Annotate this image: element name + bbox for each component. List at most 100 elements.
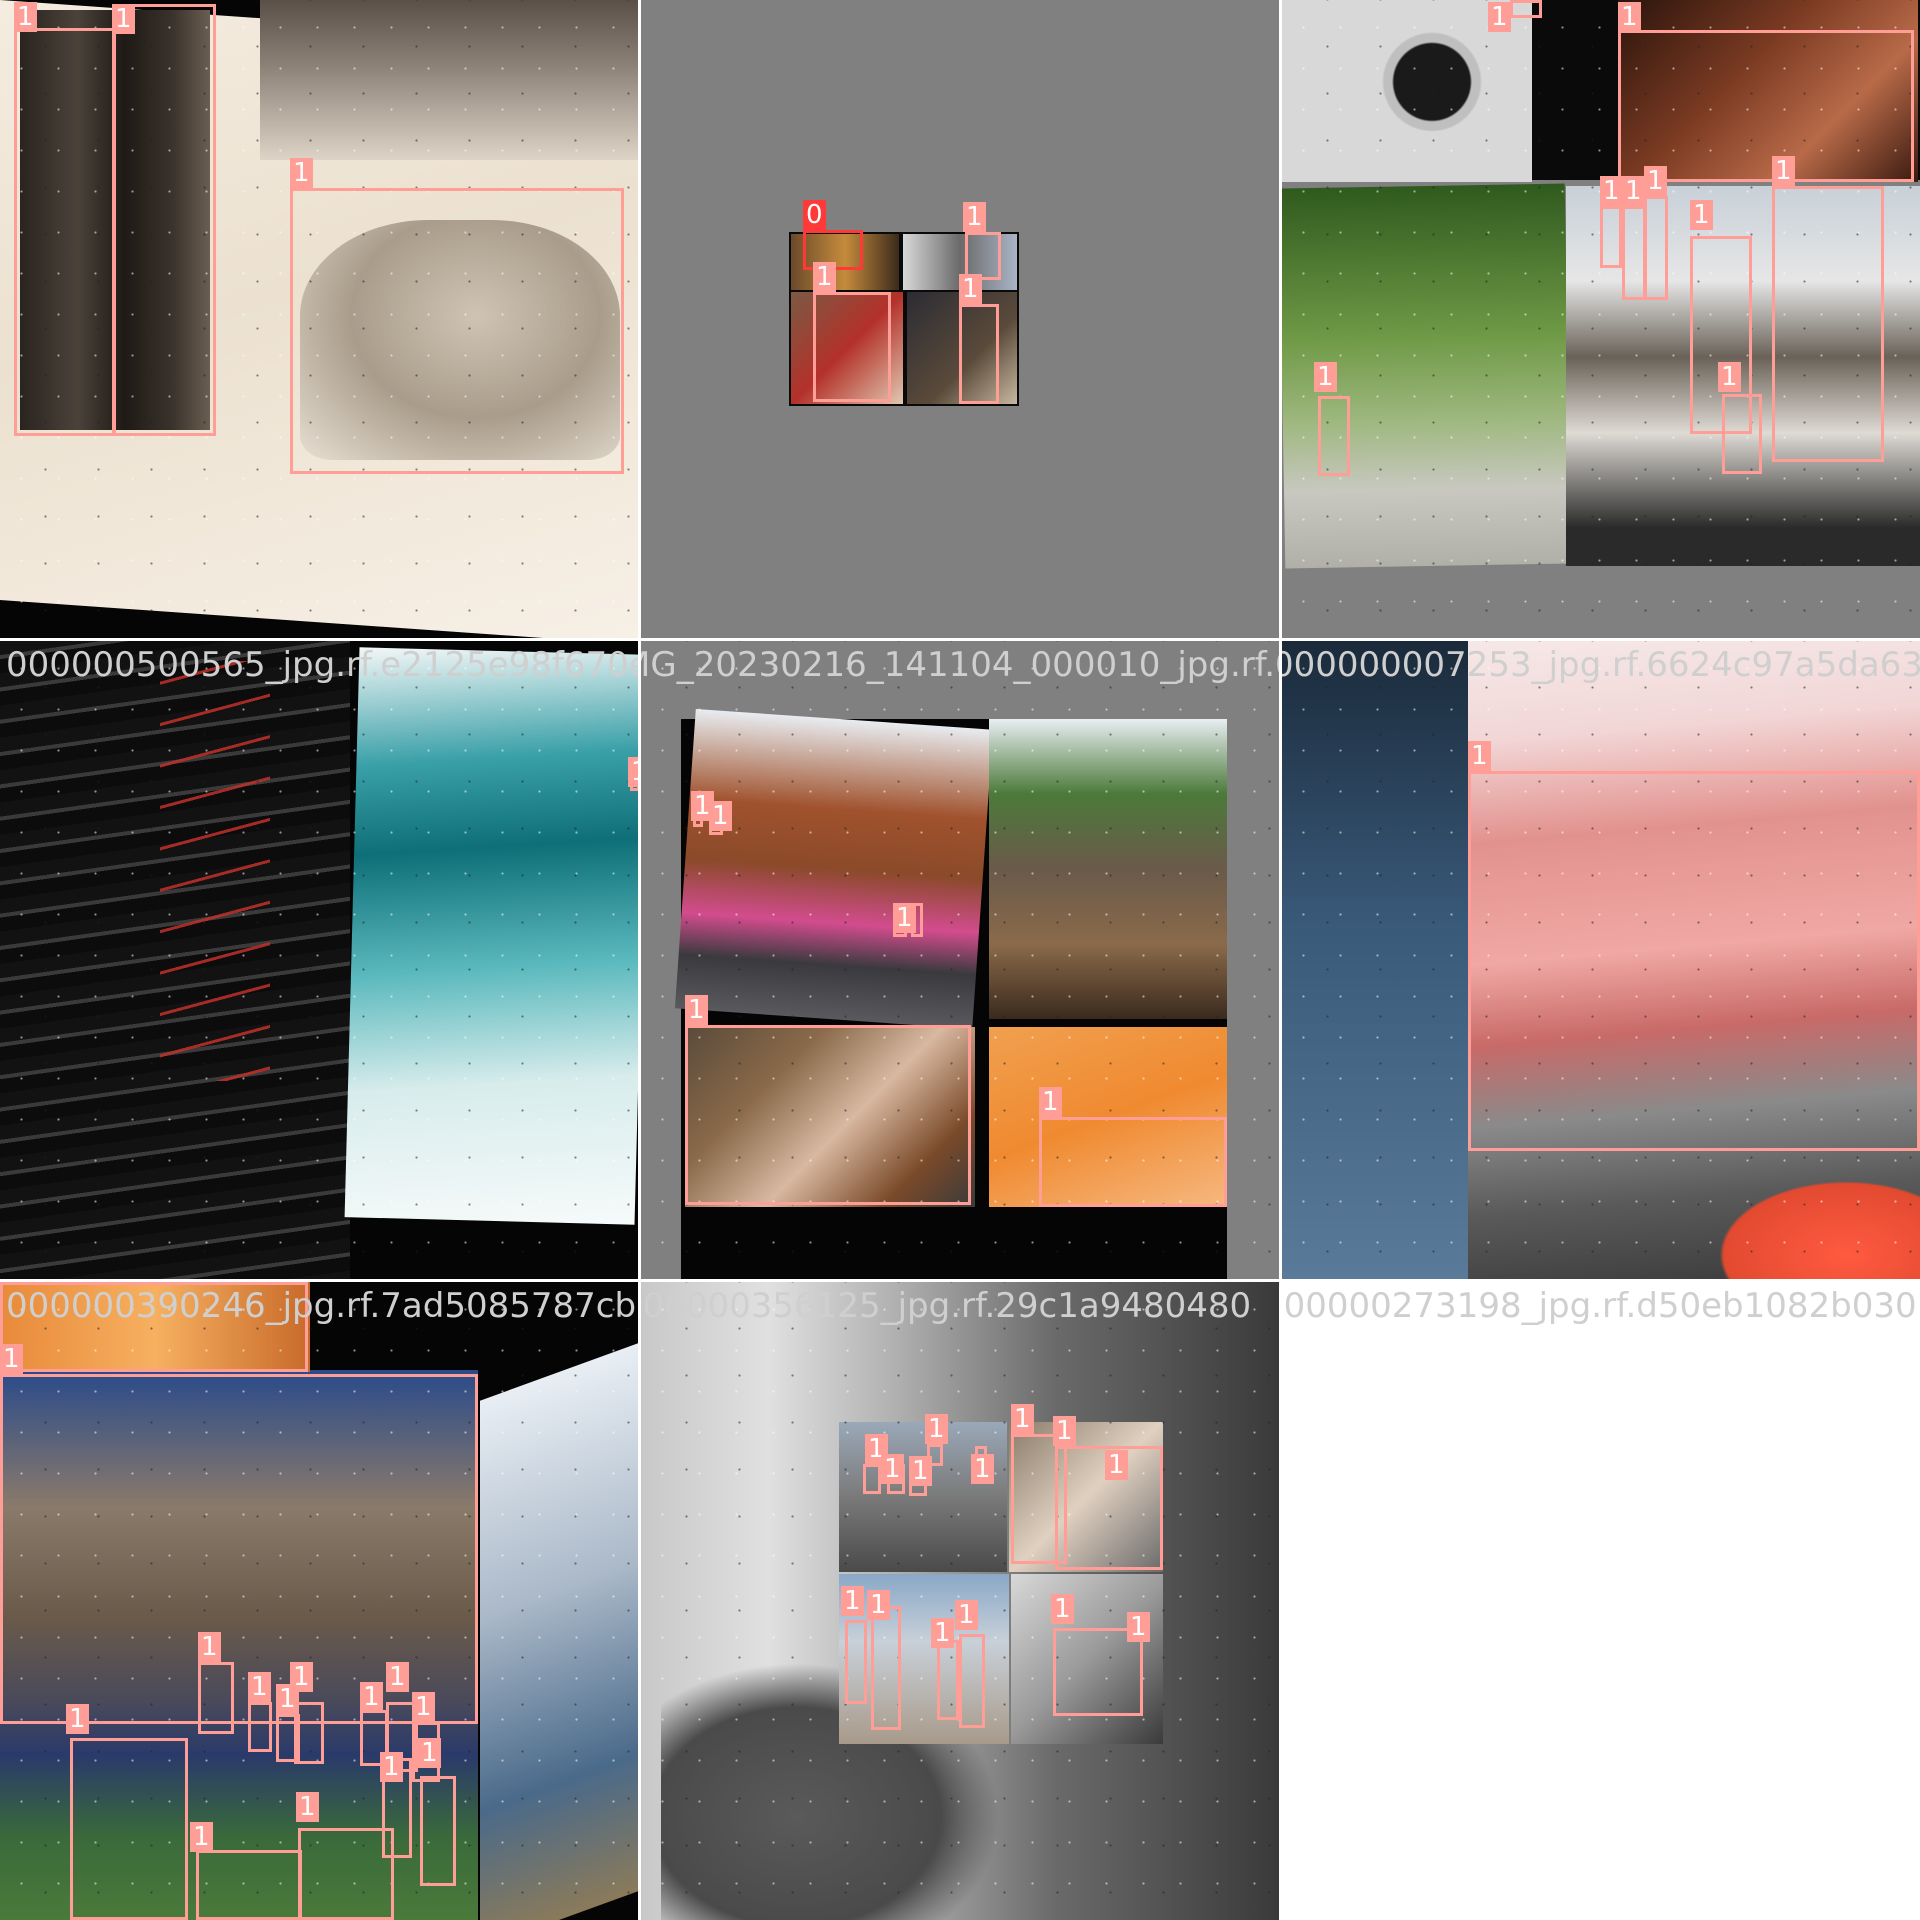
bbox-person — [1468, 771, 1920, 1151]
bbox-person — [937, 1640, 959, 1720]
bbox-person — [290, 188, 624, 474]
bbox-label: 1 — [190, 1822, 213, 1852]
bbox-label: 1 — [963, 202, 986, 232]
bbox-label: 1 — [14, 2, 37, 32]
bbox-label: 1 — [412, 1692, 435, 1722]
bbox-label: 1 — [360, 1682, 383, 1712]
bbox-label: 1 — [931, 1618, 954, 1648]
bbox-label: 1 — [1618, 2, 1641, 32]
bbox-label: 1 — [1718, 362, 1741, 392]
bbox-person — [112, 4, 216, 436]
bbox-person — [959, 1634, 985, 1728]
mosaic-tile-9: 000000273198_jpg.rf.d50eb1082b030 — [1282, 1282, 1920, 1920]
bbox-person — [1644, 196, 1668, 300]
tile-background — [1282, 1282, 1920, 1920]
photo-elephants — [989, 719, 1227, 1019]
bbox-label: 1 — [112, 4, 135, 34]
photo-cloudy-sky — [480, 1343, 638, 1920]
bbox-person — [871, 1606, 901, 1730]
bbox-person — [845, 1620, 867, 1704]
bbox-label: 1 — [1314, 362, 1337, 392]
bbox-label: 1 — [628, 757, 638, 787]
bbox-label: 0 — [803, 200, 826, 230]
bbox-label: 1 — [881, 1454, 904, 1484]
bbox-label: 1 — [709, 801, 732, 831]
image-filename: 000000356125_jpg.rf.29c1a9480480 — [641, 1286, 1252, 1326]
bbox-label: 1 — [1690, 200, 1713, 230]
bbox-person — [1318, 396, 1350, 476]
bbox-label: 1 — [248, 1672, 271, 1702]
bbox-person — [927, 1444, 943, 1466]
bbox-person — [1772, 186, 1884, 462]
bbox-person — [196, 1850, 302, 1920]
bbox-label: 1 — [955, 1600, 978, 1630]
bbox-person — [685, 1025, 971, 1205]
bbox-person — [248, 1702, 272, 1752]
bbox-person — [70, 1738, 188, 1920]
bbox-person — [14, 28, 116, 436]
bbox-label: 1 — [925, 1414, 948, 1444]
mosaic-tile-8: 1 1 1 1 1 1 1 1 1 1 1 1 1 1 000000356125… — [641, 1282, 1279, 1920]
bbox-label: 1 — [867, 1590, 890, 1620]
photo-street-buses — [674, 708, 994, 1030]
bbox-label: 1 — [1644, 166, 1667, 196]
bbox-label: 1 — [296, 1792, 319, 1822]
bbox-person — [294, 1702, 324, 1764]
mosaic-tile-4: 1 000000500565_jpg.rf.e2125e98f670e38dae… — [0, 641, 638, 1279]
bbox-person — [1600, 206, 1622, 268]
photo-ocean-wave — [344, 647, 638, 1225]
image-filename: 000000390246_jpg.rf.7ad5085787cb2 — [6, 1286, 638, 1326]
mosaic-tile-3: 1 1 1 1 1 1 1 1 1 — [1282, 0, 1920, 638]
bbox-person — [420, 1776, 456, 1886]
bbox-label: 1 — [198, 1632, 221, 1662]
bbox-label: 1 — [1105, 1450, 1128, 1480]
bbox-person — [863, 1464, 881, 1494]
bbox-person — [1622, 206, 1646, 300]
photo-table-edge — [260, 0, 638, 160]
bbox-label: 1 — [1468, 741, 1491, 771]
bbox-person — [298, 1828, 394, 1920]
bbox-label: 1 — [971, 1454, 994, 1484]
photo-blue-sky — [1282, 641, 1472, 1279]
bbox-label: 1 — [1051, 1594, 1074, 1624]
image-filename: 000000007253_jpg.rf.6624c97a5da63 — [1282, 645, 1920, 685]
bbox-person — [1722, 394, 1762, 474]
bbox-label: 1 — [66, 1704, 89, 1734]
image-filename: IMG_20230216_141104_000010_jpg.rf.0637 — [641, 645, 1279, 685]
bbox-label: 1 — [1772, 156, 1795, 186]
bbox-label: 1 — [841, 1586, 864, 1616]
bbox-label: 1 — [813, 262, 836, 292]
mosaic-tile-1: 1 1 1 — [0, 0, 638, 638]
mosaic-tile-2: 0 1 1 1 — [641, 0, 1279, 638]
bbox-person — [813, 292, 891, 402]
mosaic-tile-7: 1 1 1 1 1 1 1 1 1 1 1 1 1 1 000000390246… — [0, 1282, 638, 1920]
bbox-label: 1 — [0, 1344, 23, 1374]
image-filename: 000000273198_jpg.rf.d50eb1082b030 — [1282, 1286, 1917, 1326]
image-filename: 000000500565_jpg.rf.e2125e98f670e38dae23 — [6, 645, 638, 685]
bbox-label: 1 — [1127, 1612, 1150, 1642]
bbox-label: 1 — [418, 1738, 441, 1768]
bbox-label: 1 — [1622, 176, 1645, 206]
bbox-label: 1 — [1053, 1416, 1076, 1446]
bbox-label: 1 — [1039, 1087, 1062, 1117]
bbox-label: 1 — [1488, 2, 1511, 32]
mosaic-tile-5: 1 1 1 1 1 IMG_20230216_141104_000010_jpg… — [641, 641, 1279, 1279]
bbox-person — [1618, 30, 1914, 182]
photo-red-cables — [160, 661, 270, 1081]
bbox-label: 1 — [1600, 176, 1623, 206]
bbox-person — [965, 232, 1001, 280]
bbox-person — [959, 304, 999, 404]
bbox-person — [1510, 0, 1542, 18]
bbox-label: 1 — [380, 1752, 403, 1782]
bbox-person — [198, 1662, 234, 1734]
bbox-label: 1 — [1011, 1404, 1034, 1434]
bbox-label: 1 — [290, 1662, 313, 1692]
bbox-label: 1 — [386, 1662, 409, 1692]
bbox-person — [1039, 1117, 1227, 1207]
bbox-label: 1 — [959, 274, 982, 304]
mosaic-tile-6: 1 000000007253_jpg.rf.6624c97a5da63 — [1282, 641, 1920, 1279]
bbox-person — [911, 903, 923, 937]
photo-red-bowl — [1702, 1171, 1920, 1279]
bbox-label: 1 — [290, 158, 313, 188]
bbox-label: 1 — [685, 995, 708, 1025]
